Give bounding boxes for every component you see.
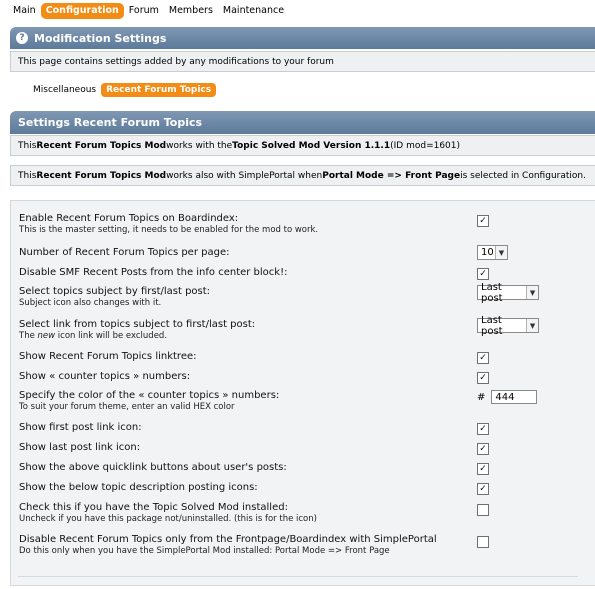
tab-miscellaneous[interactable]: Miscellaneous [28, 83, 101, 97]
link-select[interactable]: Last post ▼ [477, 315, 539, 337]
first-icon-checkbox[interactable]: ✓ [477, 423, 489, 435]
checkmark-icon: ✓ [479, 444, 487, 454]
last-icon-checkbox[interactable]: ✓ [477, 443, 489, 455]
chevron-down-icon: ▼ [526, 286, 538, 299]
top-menu: Main Configuration Forum Members Mainten… [8, 3, 289, 19]
setting-label: Enable Recent Forum Topics on Boardindex… [19, 213, 239, 224]
menu-main[interactable]: Main [8, 3, 41, 19]
setting-label: Check this if you have the Topic Solved … [19, 502, 288, 513]
setting-label: Disable Recent Forum Topics only from th… [19, 534, 437, 545]
info-topic-solved: This Recent Forum Topics Mod works with … [10, 135, 595, 156]
setting-label: Show « counter topics » numbers: [19, 371, 191, 382]
solved-checkbox[interactable] [477, 504, 489, 516]
setting-description: This is the master setting, it needs to … [19, 225, 319, 235]
setting-description: Uncheck if you have this package not/uni… [19, 514, 317, 524]
setting-quicklink: Show the above quicklink buttons about u… [19, 462, 589, 475]
setting-counter: Show « counter topics » numbers: ✓ [19, 371, 589, 384]
setting-label: Show the above quicklink buttons about u… [19, 462, 287, 473]
setting-subject: Select topics subject by first/last post… [19, 282, 589, 308]
settings-recent-forum-topics-header: Settings Recent Forum Topics [10, 111, 595, 134]
setting-label: Show Recent Forum Topics linktree: [19, 351, 197, 362]
setting-desc-icons: Show the below topic description posting… [19, 482, 589, 495]
tab-recent-forum-topics[interactable]: Recent Forum Topics [101, 83, 217, 97]
modification-settings-description: This page contains settings added by any… [10, 51, 595, 72]
setting-per-page: Number of Recent Forum Topics per page: … [19, 245, 589, 260]
setting-description: Do this only when you have the SimplePor… [19, 546, 390, 556]
setting-frontpage: Disable Recent Forum Topics only from th… [19, 534, 589, 556]
enable-checkbox[interactable]: ✓ [477, 215, 489, 227]
checkmark-icon: ✓ [479, 373, 487, 383]
subtabs: Miscellaneous Recent Forum Topics [28, 83, 217, 97]
setting-disable-smf: Disable SMF Recent Posts from the info c… [19, 267, 589, 280]
checkmark-icon: ✓ [479, 269, 487, 279]
checkmark-icon: ✓ [479, 484, 487, 494]
settings-header-title: Settings Recent Forum Topics [18, 116, 203, 129]
setting-solved: Check this if you have the Topic Solved … [19, 502, 589, 524]
modification-settings-header: ? Modification Settings [10, 27, 595, 49]
divider [18, 576, 578, 577]
setting-label: Show last post link icon: [19, 442, 141, 453]
setting-label: Show the below topic description posting… [19, 482, 258, 493]
help-icon[interactable]: ? [16, 32, 28, 44]
subject-select[interactable]: Last post ▼ [477, 282, 539, 304]
setting-color: Specify the color of the « counter topic… [19, 390, 589, 412]
quicklink-checkbox[interactable]: ✓ [477, 463, 489, 475]
info-simpleportal: This Recent Forum Topics Mod works also … [10, 165, 595, 186]
setting-link: Select link from topics subject to first… [19, 315, 589, 341]
setting-last-icon: Show last post link icon: ✓ [19, 442, 589, 455]
color-field: # 444 [477, 390, 538, 404]
chevron-down-icon: ▼ [526, 319, 538, 332]
checkmark-icon: ✓ [479, 353, 487, 363]
menu-forum[interactable]: Forum [124, 3, 164, 19]
setting-first-icon: Show first post link icon: ✓ [19, 422, 589, 435]
menu-members[interactable]: Members [164, 3, 218, 19]
disable-smf-checkbox[interactable]: ✓ [477, 268, 489, 280]
counter-checkbox[interactable]: ✓ [477, 372, 489, 384]
checkmark-icon: ✓ [479, 216, 487, 226]
modification-settings-title: Modification Settings [34, 31, 167, 45]
menu-maintenance[interactable]: Maintenance [218, 3, 289, 19]
desc-icons-checkbox[interactable]: ✓ [477, 483, 489, 495]
frontpage-checkbox[interactable] [477, 536, 489, 548]
checkmark-icon: ✓ [479, 424, 487, 434]
chevron-down-icon: ▼ [495, 246, 507, 259]
setting-enable: Enable Recent Forum Topics on Boardindex… [19, 213, 589, 235]
linktree-checkbox[interactable]: ✓ [477, 352, 489, 364]
color-input[interactable]: 444 [491, 390, 538, 404]
hash-label: # [477, 391, 486, 403]
per-page-select[interactable]: 10 ▼ [477, 245, 508, 260]
settings-panel: Enable Recent Forum Topics on Boardindex… [10, 200, 595, 586]
setting-label: Show first post link icon: [19, 422, 142, 433]
setting-linktree: Show Recent Forum Topics linktree: ✓ [19, 351, 589, 364]
menu-configuration[interactable]: Configuration [40, 3, 124, 19]
checkmark-icon: ✓ [479, 464, 487, 474]
setting-label: Disable SMF Recent Posts from the info c… [19, 267, 288, 278]
